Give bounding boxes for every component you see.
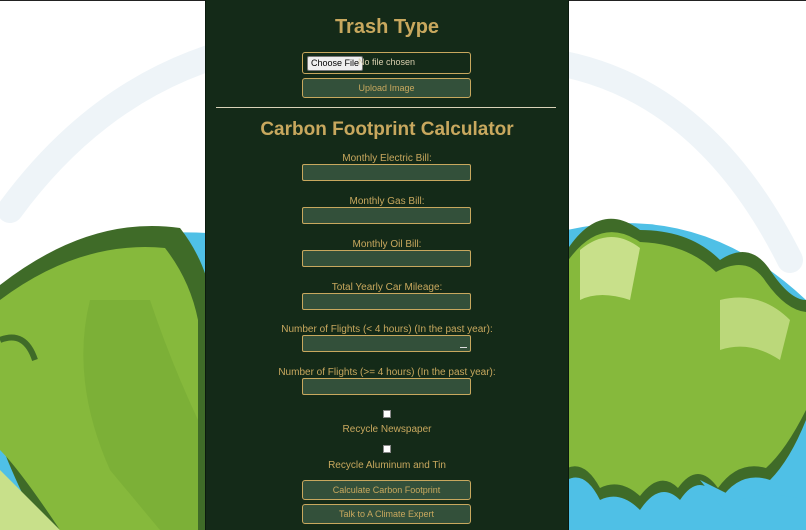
electric-bill-input[interactable] — [302, 164, 471, 181]
recycle-newspaper-label: Recycle Newspaper — [342, 424, 432, 435]
long-flights-input[interactable] — [302, 378, 471, 395]
oil-bill-input[interactable] — [302, 250, 471, 267]
recycle-aluminum-checkbox[interactable] — [383, 445, 391, 453]
file-input[interactable]: Choose File No file chosen — [302, 52, 471, 74]
long-flights-label: Number of Flights (>= 4 hours) (In the p… — [278, 367, 496, 378]
section-divider — [216, 107, 556, 108]
number-spinner-icon[interactable] — [460, 341, 467, 348]
oil-bill-label: Monthly Oil Bill: — [352, 239, 422, 250]
upload-image-button[interactable]: Upload Image — [302, 78, 471, 98]
calculate-footprint-button[interactable]: Calculate Carbon Footprint — [302, 480, 471, 500]
choose-file-button[interactable]: Choose File — [307, 56, 364, 71]
short-flights-label: Number of Flights (< 4 hours) (In the pa… — [281, 324, 493, 335]
recycle-aluminum-label: Recycle Aluminum and Tin — [328, 460, 446, 471]
gas-bill-label: Monthly Gas Bill: — [349, 196, 425, 207]
trash-type-title: Trash Type — [334, 16, 440, 38]
recycle-newspaper-checkbox[interactable] — [383, 410, 391, 418]
climate-expert-button[interactable]: Talk to A Climate Expert — [302, 504, 471, 524]
car-mileage-input[interactable] — [302, 293, 471, 310]
electric-bill-label: Monthly Electric Bill: — [342, 153, 432, 164]
calculator-title: Carbon Footprint Calculator — [260, 119, 514, 140]
gas-bill-input[interactable] — [302, 207, 471, 224]
car-mileage-label: Total Yearly Car Mileage: — [331, 282, 443, 293]
main-panel: Trash Type Choose File No file chosen Up… — [205, 0, 569, 530]
no-file-text: No file chosen — [358, 57, 416, 67]
short-flights-input[interactable] — [302, 335, 471, 352]
